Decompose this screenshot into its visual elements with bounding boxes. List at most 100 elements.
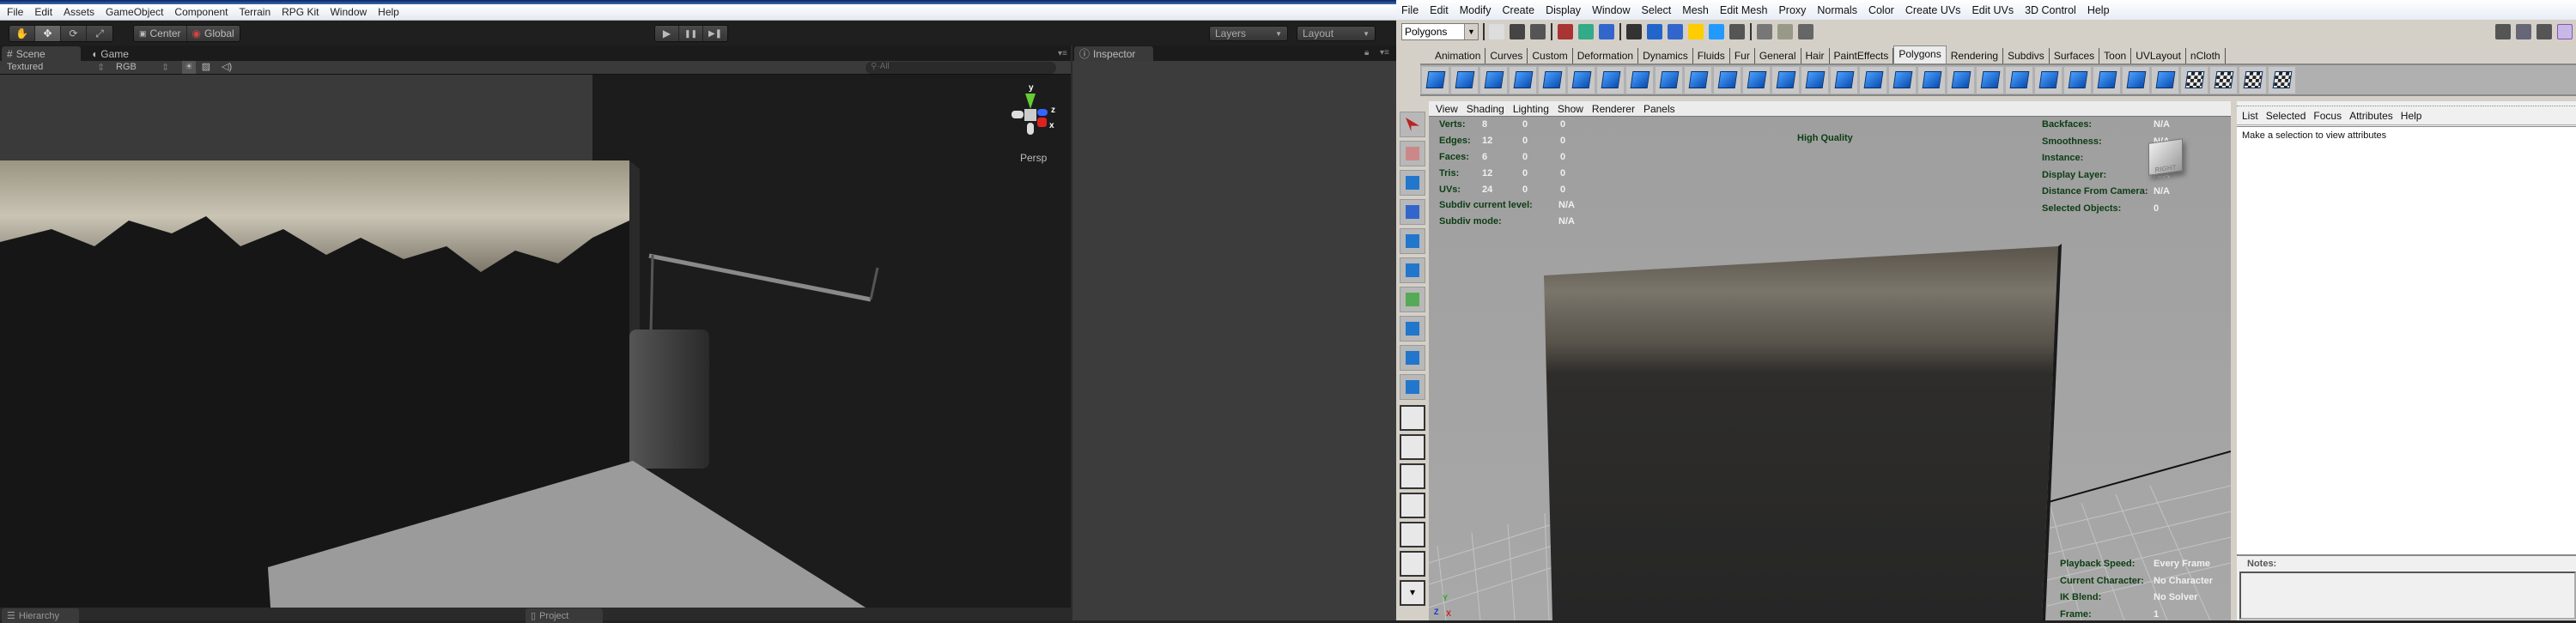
rotate-tool-icon[interactable] bbox=[1400, 228, 1425, 254]
shelf-tool-icon[interactable] bbox=[1831, 66, 1857, 94]
move-tool-icon[interactable] bbox=[1400, 199, 1425, 225]
select-object-icon[interactable] bbox=[1578, 24, 1594, 39]
gizmo-cube[interactable] bbox=[1024, 109, 1036, 121]
shelf-tool-icon[interactable] bbox=[2239, 66, 2266, 94]
render-mode-dropdown[interactable]: Textured bbox=[7, 62, 43, 72]
menu-proxy[interactable]: Proxy bbox=[1778, 4, 1806, 16]
shelf-tool-icon[interactable] bbox=[1656, 66, 1682, 94]
menu-component[interactable]: Component bbox=[174, 6, 228, 18]
shelf-tool-icon[interactable] bbox=[1977, 66, 2003, 94]
move-tool-button[interactable]: ✥ bbox=[35, 26, 61, 41]
gizmo-neg-y-cone[interactable] bbox=[1027, 123, 1034, 135]
ipr-icon[interactable] bbox=[1777, 24, 1793, 39]
shelf-tab-painteffects[interactable]: PaintEffects bbox=[1830, 48, 1894, 64]
shelf-tool-icon[interactable] bbox=[2093, 66, 2120, 94]
menu-modify[interactable]: Modify bbox=[1460, 4, 1492, 16]
shelf-tool-icon[interactable] bbox=[2181, 66, 2208, 94]
layout-dropdown[interactable]: Layout ▼ bbox=[1297, 26, 1376, 41]
history-icon[interactable] bbox=[1729, 24, 1745, 39]
single-perspective-layout-icon[interactable] bbox=[1400, 405, 1425, 431]
panel-menu-view[interactable]: View bbox=[1436, 103, 1458, 115]
shelf-tool-icon[interactable] bbox=[1889, 66, 1916, 94]
shelf-tool-icon[interactable] bbox=[1597, 66, 1624, 94]
lighting-toggle-icon[interactable]: ☀ bbox=[182, 61, 196, 74]
menu-select[interactable]: Select bbox=[1642, 4, 1672, 16]
attr-menu-attributes[interactable]: Attributes bbox=[2349, 110, 2393, 124]
play-button[interactable]: ▶ bbox=[655, 26, 679, 41]
projection-label[interactable]: Persp bbox=[1020, 152, 1047, 164]
lasso-tool-icon[interactable] bbox=[1400, 141, 1425, 166]
attribute-editor-toggle-icon[interactable] bbox=[2516, 24, 2531, 39]
scene-image-toggle-icon[interactable]: ▨ bbox=[199, 61, 213, 74]
menu-window[interactable]: Window bbox=[1592, 4, 1630, 16]
panel-menu-renderer[interactable]: Renderer bbox=[1592, 103, 1635, 115]
shelf-tool-icon[interactable] bbox=[2006, 66, 2032, 94]
channel-dropdown[interactable]: RGB bbox=[116, 62, 137, 72]
panel-menu-lighting[interactable]: Lighting bbox=[1513, 103, 1549, 115]
select-tool-icon[interactable] bbox=[1400, 112, 1425, 137]
shelf-tool-icon[interactable] bbox=[1918, 66, 1945, 94]
menu-create[interactable]: Create bbox=[1503, 4, 1535, 16]
snap-point-icon[interactable] bbox=[1668, 24, 1683, 39]
panel-menu-panels[interactable]: Panels bbox=[1643, 103, 1675, 115]
notes-textarea[interactable] bbox=[2239, 572, 2576, 620]
shelf-tool-icon[interactable] bbox=[1714, 66, 1741, 94]
menu-normals[interactable]: Normals bbox=[1817, 4, 1857, 16]
shelf-tab-curves[interactable]: Curves bbox=[1485, 48, 1528, 64]
scene-viewport[interactable]: y z x Persp bbox=[0, 75, 1071, 608]
mode-selector[interactable]: Polygons ▼ bbox=[1401, 23, 1479, 40]
menu-edit[interactable]: Edit bbox=[1430, 4, 1449, 16]
shelf-tab-general[interactable]: General bbox=[1755, 48, 1801, 64]
shelf-tool-icon[interactable] bbox=[2210, 66, 2237, 94]
shelf-tool-icon[interactable] bbox=[1626, 66, 1653, 94]
menu-assets[interactable]: Assets bbox=[64, 6, 94, 18]
panel-menu-icon[interactable]: ▾≡ bbox=[1058, 49, 1067, 58]
shelf-tool-icon[interactable] bbox=[1451, 66, 1478, 94]
panel-menu-show[interactable]: Show bbox=[1558, 103, 1583, 115]
render-icon[interactable] bbox=[1757, 24, 1772, 39]
four-view-layout-icon[interactable] bbox=[1400, 434, 1425, 460]
shelf-tool-icon[interactable] bbox=[2123, 66, 2149, 94]
panel-menu-icon[interactable]: ▾≡ bbox=[1380, 48, 1389, 57]
shelf-tab-ncloth[interactable]: nCloth bbox=[2186, 48, 2226, 64]
menu-help[interactable]: Help bbox=[2087, 4, 2110, 16]
rotate-tool-button[interactable]: ⟳ bbox=[61, 26, 87, 41]
scene-gizmo[interactable]: y z x Persp bbox=[1005, 83, 1065, 178]
shelf-tool-icon[interactable] bbox=[2152, 66, 2178, 94]
menu-file[interactable]: File bbox=[7, 6, 23, 18]
lock-icon[interactable]: 🔒︎ bbox=[1364, 48, 1369, 57]
menu-terrain[interactable]: Terrain bbox=[239, 6, 270, 18]
persp-graph-layout-icon[interactable] bbox=[1400, 493, 1425, 518]
shelf-tab-rendering[interactable]: Rendering bbox=[1947, 48, 2004, 64]
gizmo-z-cone[interactable] bbox=[1037, 109, 1048, 116]
open-scene-icon[interactable] bbox=[1510, 24, 1525, 39]
menu-edit-uvs[interactable]: Edit UVs bbox=[1971, 4, 2014, 16]
shelf-tool-icon[interactable] bbox=[1539, 66, 1565, 94]
menu-edit-mesh[interactable]: Edit Mesh bbox=[1720, 4, 1768, 16]
step-button[interactable]: ▶❚ bbox=[703, 26, 727, 41]
shelf-tool-icon[interactable] bbox=[1801, 66, 1828, 94]
shelf-tab-polygons[interactable]: Polygons bbox=[1893, 45, 1947, 64]
snap-curve-icon[interactable] bbox=[1647, 24, 1662, 39]
menu-3d-control[interactable]: 3D Control bbox=[2025, 4, 2076, 16]
shelf-tool-icon[interactable] bbox=[1568, 66, 1595, 94]
select-component-icon[interactable] bbox=[1599, 24, 1614, 39]
shelf-tab-toon[interactable]: Toon bbox=[2099, 48, 2132, 64]
save-scene-icon[interactable] bbox=[1530, 24, 1546, 39]
menu-color[interactable]: Color bbox=[1868, 4, 1894, 16]
menu-gameobject[interactable]: GameObject bbox=[106, 6, 163, 18]
hand-tool-button[interactable]: ✋ bbox=[9, 26, 35, 41]
tool-settings-toggle-icon[interactable] bbox=[2537, 24, 2552, 39]
menu-window[interactable]: Window bbox=[330, 6, 367, 18]
cube-help-icon[interactable] bbox=[2557, 24, 2573, 39]
shelf-tab-dynamics[interactable]: Dynamics bbox=[1638, 48, 1693, 64]
attr-menu-help[interactable]: Help bbox=[2401, 110, 2422, 124]
universal-manipulator-icon[interactable] bbox=[1400, 287, 1425, 312]
shelf-tab-deformation[interactable]: Deformation bbox=[1573, 48, 1639, 64]
tab-hierarchy[interactable]: ☰ Hierarchy bbox=[2, 608, 79, 623]
gizmo-neg-x-cone[interactable] bbox=[1012, 111, 1024, 118]
menu-rpg-kit[interactable]: RPG Kit bbox=[282, 6, 319, 18]
menu-display[interactable]: Display bbox=[1546, 4, 1581, 16]
shelf-tool-icon[interactable] bbox=[1743, 66, 1770, 94]
attr-menu-selected[interactable]: Selected bbox=[2266, 110, 2306, 124]
